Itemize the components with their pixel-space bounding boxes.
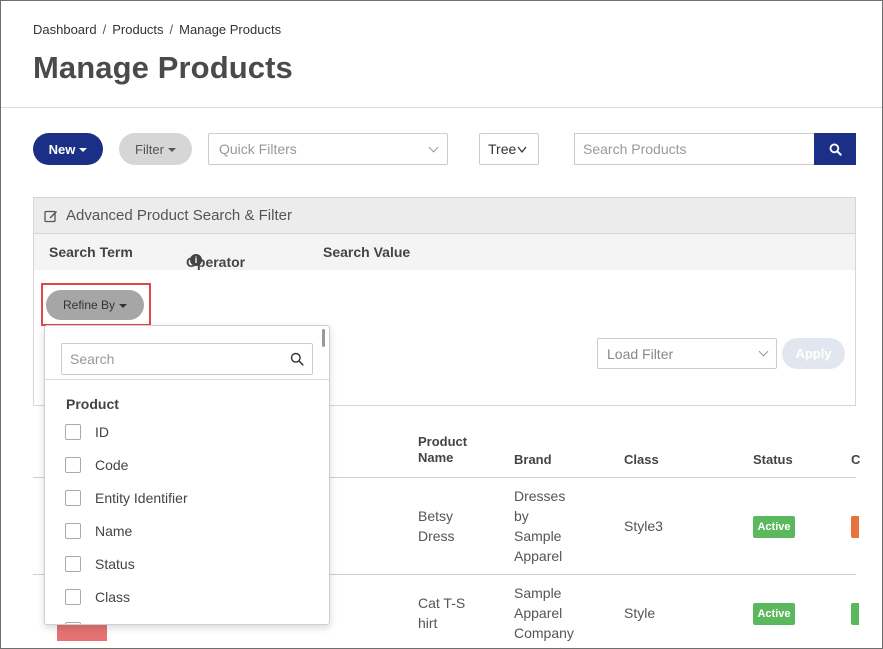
row2-brand-line1: Sample — [514, 585, 562, 601]
row1-brand-line2: by — [514, 508, 529, 524]
column-header-class[interactable]: Class — [624, 452, 659, 467]
refine-option-class[interactable]: Class — [65, 589, 130, 605]
advanced-search-title: Advanced Product Search & Filter — [66, 207, 292, 224]
row1-next-badge — [851, 516, 859, 538]
info-icon[interactable]: i — [190, 254, 202, 266]
row2-product-name-line1: Cat T-S — [418, 595, 466, 611]
row1-brand-line1: Dresses — [514, 488, 566, 504]
refine-option-code[interactable]: Code — [65, 457, 128, 473]
refine-option-label: Code — [95, 457, 129, 473]
row2-brand: Sample Apparel Company — [514, 583, 574, 643]
caret-down-icon — [79, 147, 88, 152]
row2-product-name-line2: hirt — [418, 615, 438, 631]
refine-option-partial — [65, 622, 81, 624]
row1-brand-line3: Sample — [514, 528, 562, 544]
search-icon — [290, 352, 304, 366]
chevron-down-icon — [428, 142, 439, 152]
dropdown-search-placeholder: Search — [70, 351, 115, 367]
search-icon — [829, 143, 842, 156]
row2-class: Style — [624, 605, 656, 621]
row2-brand-line3: Company — [514, 625, 574, 641]
dropdown-group-label: Product — [66, 396, 119, 412]
column-header-product-name-line2: Name — [418, 450, 454, 465]
row1-class: Style3 — [624, 518, 663, 534]
row2-brand-line2: Apparel — [514, 605, 563, 621]
app-frame: Dashboard / Products / Manage Products M… — [0, 0, 883, 649]
breadcrumb-products[interactable]: Products — [112, 22, 163, 37]
row1-product-name-line2: Dress — [418, 528, 455, 544]
dropdown-search-input[interactable]: Search — [61, 343, 313, 375]
load-filter-placeholder: Load Filter — [607, 345, 674, 362]
breadcrumb-dashboard[interactable]: Dashboard — [33, 22, 97, 37]
breadcrumb-separator: / — [169, 22, 174, 37]
checkbox — [65, 622, 81, 624]
search-value-header: Search Value — [323, 244, 411, 260]
column-header-brand[interactable]: Brand — [514, 452, 552, 467]
header-divider — [1, 107, 882, 108]
filter-button-label: Filter — [135, 141, 164, 157]
new-button-label: New — [48, 141, 76, 157]
checkbox[interactable] — [65, 523, 81, 539]
refine-option-label: Status — [95, 556, 135, 572]
column-header-status[interactable]: Status — [753, 452, 793, 467]
refine-option-entity-identifier[interactable]: Entity Identifier — [65, 490, 188, 506]
search-products-placeholder: Search Products — [583, 141, 687, 157]
apply-button[interactable]: Apply — [782, 338, 845, 369]
refine-by-highlight: Refine By — [41, 283, 151, 326]
chevron-down-icon — [517, 146, 527, 154]
refine-option-label: Entity Identifier — [95, 490, 188, 506]
search-term-header: Search Term — [49, 244, 133, 260]
dropdown-scrollbar[interactable] — [322, 329, 325, 347]
page-title: Manage Products — [33, 50, 293, 85]
refine-option-label: Name — [95, 523, 133, 539]
quick-filters-select[interactable]: Quick Filters — [208, 133, 448, 165]
row2-next-badge — [851, 603, 859, 625]
refine-option-name[interactable]: Name — [65, 523, 132, 539]
filter-button[interactable]: Filter — [119, 133, 192, 165]
view-mode-select[interactable]: Tree — [479, 133, 539, 165]
row2-status-badge: Active — [753, 603, 795, 625]
breadcrumb-separator: / — [102, 22, 107, 37]
row1-product-name-line1: Betsy — [418, 508, 454, 524]
column-header-product-name-line1: Product — [418, 434, 468, 449]
column-header-product-name[interactable]: Product Name — [418, 434, 467, 465]
caret-down-icon — [119, 303, 128, 308]
refine-option-status[interactable]: Status — [65, 556, 135, 572]
row2-product-name[interactable]: Cat T-S hirt — [418, 593, 465, 633]
checkbox[interactable] — [65, 424, 81, 440]
chevron-down-icon — [758, 346, 769, 357]
search-button[interactable] — [814, 133, 856, 165]
breadcrumb-current: Manage Products — [179, 22, 282, 37]
refine-by-dropdown: Search Product ID Code Entity Identifier… — [44, 325, 330, 625]
refine-option-label: Class — [95, 589, 131, 605]
edit-icon — [44, 210, 57, 222]
quick-filters-placeholder: Quick Filters — [219, 141, 297, 157]
checkbox[interactable] — [65, 457, 81, 473]
column-header-next[interactable]: C — [851, 452, 860, 467]
load-filter-select[interactable]: Load Filter — [597, 338, 777, 369]
view-mode-value: Tree — [488, 141, 517, 157]
advanced-search-header: Advanced Product Search & Filter — [34, 198, 855, 234]
refine-by-label: Refine By — [62, 298, 116, 312]
checkbox[interactable] — [65, 490, 81, 506]
checkbox[interactable] — [65, 589, 81, 605]
row1-status-badge: Active — [753, 516, 795, 538]
row1-brand-line4: Apparel — [514, 548, 563, 564]
refine-option-id[interactable]: ID — [65, 424, 109, 440]
checkbox[interactable] — [65, 556, 81, 572]
new-button[interactable]: New — [33, 133, 103, 165]
caret-down-icon — [167, 147, 176, 152]
breadcrumb: Dashboard / Products / Manage Products — [33, 22, 281, 37]
row1-brand: Dresses by Sample Apparel — [514, 486, 565, 566]
refine-by-button[interactable]: Refine By — [46, 290, 144, 320]
search-products-input[interactable]: Search Products — [574, 133, 815, 165]
row1-product-name[interactable]: Betsy Dress — [418, 506, 455, 546]
dropdown-divider — [45, 379, 329, 380]
advanced-search-columns: Search Term Operator i Search Value — [34, 234, 855, 270]
refine-option-label: ID — [95, 424, 109, 440]
